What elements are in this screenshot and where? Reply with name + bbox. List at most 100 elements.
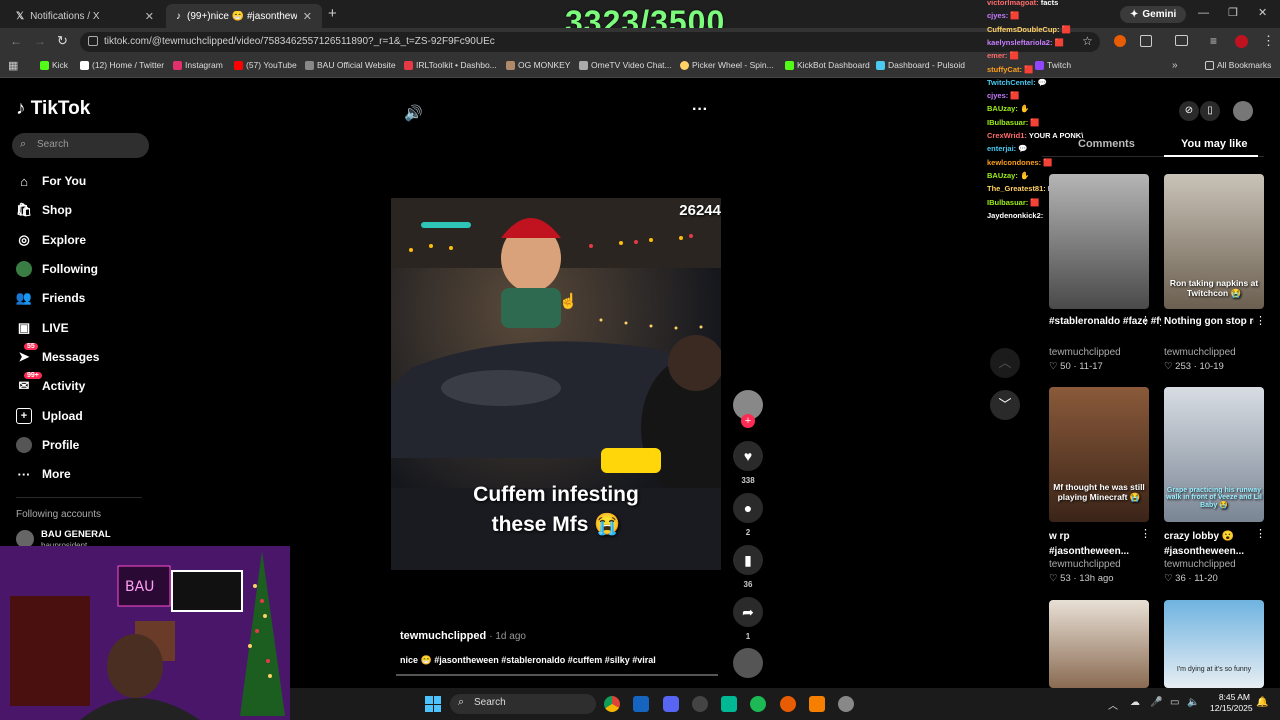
nav-activity[interactable]: ✉ 99+ Activity xyxy=(16,372,85,394)
url-bar[interactable]: tiktok.com/@tewmuchclipped/video/7583462… xyxy=(80,32,1100,52)
reload-icon[interactable]: ↻ xyxy=(57,33,68,49)
video-card-thumbnail[interactable]: Ron taking napkins at Twitchcon 😭 xyxy=(1164,174,1264,309)
nav-friends[interactable]: 👥 Friends xyxy=(16,290,85,306)
follow-plus-icon[interactable]: + xyxy=(741,414,755,428)
card-user[interactable]: tewmuchclipped xyxy=(1164,559,1236,570)
video-card-thumbnail[interactable] xyxy=(1049,600,1149,688)
bookmark-kickbot[interactable]: KickBot Dashboard xyxy=(785,60,870,70)
bookmark-og-monkey[interactable]: OG MONKEY xyxy=(506,60,570,70)
card-user[interactable]: tewmuchclipped xyxy=(1164,347,1236,358)
card-user[interactable]: tewmuchclipped xyxy=(1049,559,1121,570)
share-button[interactable]: ➦ xyxy=(733,597,763,627)
video-card-thumbnail[interactable] xyxy=(1049,174,1149,309)
video-card-thumbnail[interactable]: Grape practicing his runway walk in fron… xyxy=(1164,387,1264,522)
bookmark-irltoolkit[interactable]: IRLToolkit • Dashbo... xyxy=(404,60,497,70)
tab-comments[interactable]: Comments xyxy=(1078,138,1135,150)
nav-following[interactable]: Following xyxy=(16,261,98,277)
nav-explore[interactable]: ◎ Explore xyxy=(16,232,86,248)
media-controls-icon[interactable]: ≡ xyxy=(1210,34,1217,48)
profile-avatar[interactable] xyxy=(1235,35,1248,48)
close-window-icon[interactable]: ✕ xyxy=(1258,6,1267,19)
apps-grid-icon[interactable]: ▦ xyxy=(8,59,18,72)
close-tab-icon[interactable]: ✕ xyxy=(145,10,154,23)
nav-for-you[interactable]: ⌂ For You xyxy=(16,173,86,189)
card-user[interactable]: tewmuchclipped xyxy=(1049,347,1121,358)
speaker-icon[interactable]: 🔈 xyxy=(1187,697,1199,708)
device-button[interactable]: ▯ xyxy=(1200,101,1220,121)
video-card-thumbnail[interactable]: I'm dying at it's so funny xyxy=(1164,600,1264,688)
card-menu-icon[interactable]: ⋮ xyxy=(1140,314,1151,327)
microphone-icon[interactable]: 🎤 xyxy=(1150,697,1162,708)
comment-button[interactable]: ● xyxy=(733,493,763,523)
extension-icon[interactable] xyxy=(1114,35,1126,47)
bookmark-youtube[interactable]: (57) YouTube xyxy=(234,60,297,70)
bookmark-pulsoid[interactable]: Dashboard - Pulsoid xyxy=(876,60,965,70)
chrome-menu-icon[interactable]: ⋮ xyxy=(1262,33,1275,49)
card-title[interactable]: Nothing gon stop ron from getting ... xyxy=(1164,316,1254,327)
chrome-app-icon[interactable] xyxy=(604,696,620,712)
kick-app-icon[interactable] xyxy=(721,696,737,712)
taskbar-clock[interactable]: 8:45 AM 12/15/2025 xyxy=(1210,692,1253,714)
nav-profile[interactable]: Profile xyxy=(16,437,79,453)
tab-you-may-like[interactable]: You may like xyxy=(1181,138,1247,150)
nav-shop[interactable]: 🛍 Shop xyxy=(16,202,72,218)
next-video-button[interactable]: ﹀ xyxy=(990,390,1020,420)
volume-icon[interactable]: 🔊 xyxy=(404,104,423,122)
tab-x-notifications[interactable]: 𝕏 Notifications / X ✕ xyxy=(6,4,164,28)
chat-message: enterjai: 💬 xyxy=(987,144,1028,153)
bookmark-bau[interactable]: BAU Official Website xyxy=(305,60,396,70)
steam-app-icon[interactable] xyxy=(633,696,649,712)
all-bookmarks[interactable]: All Bookmarks xyxy=(1205,60,1271,70)
card-menu-icon[interactable]: ⋮ xyxy=(1140,527,1151,540)
bookmark-instagram[interactable]: Instagram xyxy=(173,60,223,70)
tab-tiktok[interactable]: ♪ (99+)nice 😁 #jasontheween # ✕ xyxy=(166,4,322,28)
bookmark-ometv[interactable]: OmeTV Video Chat... xyxy=(579,60,672,70)
close-tab-icon[interactable]: ✕ xyxy=(303,10,312,23)
more-bookmarks-icon[interactable]: » xyxy=(1172,60,1178,71)
card-menu-icon[interactable]: ⋮ xyxy=(1255,314,1266,327)
site-info-icon[interactable] xyxy=(88,36,98,46)
forward-icon[interactable]: → xyxy=(34,34,46,48)
bookmark-twitter[interactable]: (12) Home / Twitter xyxy=(80,60,164,70)
app-icon[interactable] xyxy=(809,696,825,712)
back-icon[interactable]: ← xyxy=(10,34,22,48)
save-button[interactable]: ▮ xyxy=(733,545,763,575)
gemini-button[interactable]: ✦ Gemini xyxy=(1120,6,1187,23)
video-author[interactable]: tewmuchclipped · 1d ago xyxy=(400,630,526,642)
spotify-app-icon[interactable] xyxy=(750,696,766,712)
sound-disc-icon[interactable] xyxy=(733,648,763,678)
windows-start-icon[interactable] xyxy=(425,696,441,712)
discord-app-icon[interactable] xyxy=(663,696,679,712)
nav-messages[interactable]: ➤ 55 Messages xyxy=(16,343,99,365)
maximize-icon[interactable]: ❐ xyxy=(1228,6,1238,19)
browser-app-icon[interactable] xyxy=(780,696,796,712)
nav-more[interactable]: ··· More xyxy=(16,466,71,482)
like-button[interactable]: ♥ xyxy=(733,441,763,471)
video-options-icon[interactable]: ··· xyxy=(692,101,708,119)
cloud-icon[interactable]: ☁ xyxy=(1130,697,1140,708)
sidebar-toggle-icon[interactable] xyxy=(1175,35,1188,46)
user-avatar[interactable] xyxy=(1233,101,1253,121)
minimize-icon[interactable]: — xyxy=(1198,7,1209,19)
video-progress-bar[interactable] xyxy=(396,674,718,676)
video-card-thumbnail[interactable]: Mf thought he was still playing Minecraf… xyxy=(1049,387,1149,522)
compass-button[interactable]: ⊘ xyxy=(1179,101,1199,121)
tiktok-logo[interactable]: ♪ TikTok xyxy=(16,98,90,120)
settings-app-icon[interactable] xyxy=(838,696,854,712)
card-menu-icon[interactable]: ⋮ xyxy=(1255,527,1266,540)
bookmark-kick[interactable]: Kick xyxy=(40,60,68,70)
nav-upload[interactable]: + Upload xyxy=(16,408,83,424)
previous-video-button[interactable]: ︿ xyxy=(990,348,1020,378)
search-input[interactable]: ⌕ Search xyxy=(12,133,149,158)
nav-live[interactable]: ▣ LIVE xyxy=(16,320,69,336)
extensions-puzzle-icon[interactable] xyxy=(1140,35,1152,47)
new-tab-button[interactable]: + xyxy=(328,5,337,22)
following-account-name[interactable]: BAU GENERAL xyxy=(41,529,111,540)
tray-chevron-icon[interactable]: ︿ xyxy=(1108,697,1118,712)
video-player[interactable]: 26244 Cuffem infesting these Mfs 😭 xyxy=(391,198,721,570)
taskbar-search[interactable]: ⌕ Search xyxy=(450,694,596,714)
obs-app-icon[interactable] xyxy=(692,696,708,712)
bookmark-picker-wheel[interactable]: Picker Wheel - Spin... xyxy=(680,60,774,70)
notifications-bell-icon[interactable]: 🔔 xyxy=(1256,697,1268,708)
network-icon[interactable]: ▭ xyxy=(1170,697,1179,708)
